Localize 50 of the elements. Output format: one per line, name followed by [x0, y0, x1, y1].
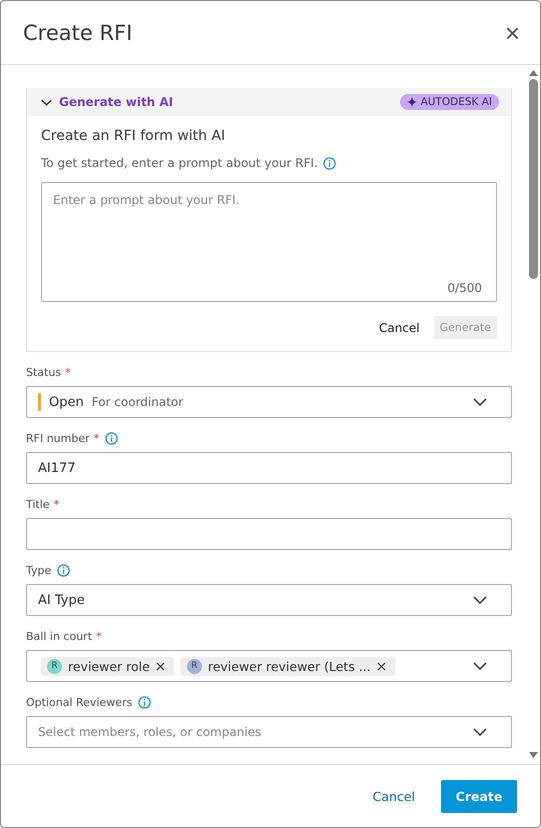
chevron-down-icon — [473, 728, 487, 736]
field-label: Type — [26, 564, 52, 577]
chip[interactable]: R reviewer reviewer (Lets ... — [180, 656, 395, 676]
ai-panel-title: Generate with AI — [59, 95, 174, 109]
text-field[interactable] — [26, 518, 512, 550]
chip-label: reviewer role — [68, 658, 150, 674]
remove-icon[interactable] — [376, 662, 386, 670]
ai-heading: Create an RFI form with AI — [41, 128, 226, 144]
avatar: R — [47, 658, 62, 674]
dropdown[interactable]: AI Type — [26, 584, 512, 616]
required-mark: * — [94, 432, 100, 445]
badge-label: AUTODESK AI — [420, 96, 492, 108]
ai-hint: To get started, enter a prompt about your RFI. — [41, 156, 318, 170]
chevron-down-icon — [473, 662, 487, 670]
info-icon[interactable] — [105, 432, 118, 445]
close-button[interactable]: × — [504, 20, 520, 46]
required-mark: * — [65, 366, 71, 379]
field-label: Status — [26, 366, 62, 379]
chevron-down-icon — [41, 98, 52, 106]
dropdown[interactable]: Select members, roles, or companies — [26, 716, 512, 748]
character-counter: 0/500 — [447, 281, 482, 295]
required-mark: * — [54, 498, 60, 511]
field-label: Title — [26, 498, 50, 511]
dialog-title: Create RFI — [23, 20, 132, 44]
info-icon[interactable] — [322, 156, 336, 170]
multi-select[interactable]: R reviewer role R reviewer reviewer (Lets ... — [26, 650, 512, 682]
sparkle-icon — [406, 97, 417, 107]
cancel-button[interactable]: Cancel — [376, 316, 422, 339]
field-label: Ball in court — [26, 630, 92, 643]
scroll-up-icon[interactable] — [528, 70, 538, 76]
avatar: R — [186, 658, 202, 674]
info-icon[interactable] — [138, 696, 152, 709]
status-dropdown[interactable]: Open For coordinator — [26, 386, 512, 418]
scroll-thumb[interactable] — [528, 79, 538, 279]
chip[interactable]: R reviewer role — [41, 656, 174, 676]
field-label: Optional Reviewers — [26, 696, 132, 709]
cancel-button[interactable]: Cancel — [370, 784, 417, 808]
status-value: Open — [49, 394, 84, 410]
text-field[interactable]: AI177 — [26, 452, 512, 484]
ai-panel-header[interactable]: Generate with AI AUTODESK AI — [27, 88, 511, 116]
scroll-down-icon[interactable] — [528, 752, 538, 758]
info-icon[interactable] — [57, 564, 70, 577]
chip-label: reviewer reviewer (Lets ... — [208, 658, 371, 674]
prompt-field[interactable]: Enter a prompt about your RFI. 0/500 — [41, 182, 497, 302]
field-label: RFI number — [26, 432, 90, 445]
chevron-down-icon — [473, 398, 487, 406]
remove-icon[interactable] — [156, 662, 165, 670]
required-mark: * — [96, 630, 102, 643]
status-detail: For coordinator — [92, 395, 184, 409]
chevron-down-icon — [473, 596, 487, 604]
